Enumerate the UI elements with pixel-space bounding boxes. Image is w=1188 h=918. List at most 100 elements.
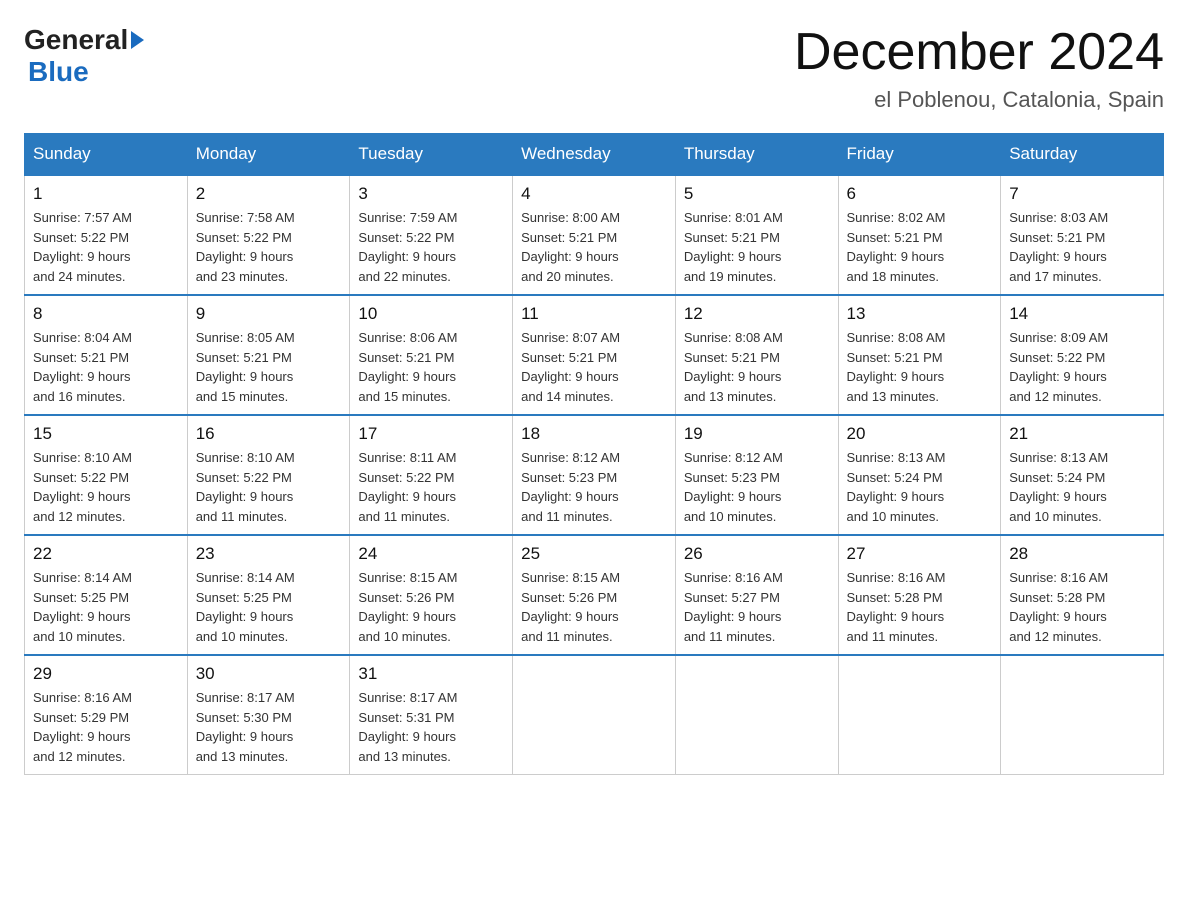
calendar-cell: 24 Sunrise: 8:15 AMSunset: 5:26 PMDayligh…: [350, 535, 513, 655]
day-info: Sunrise: 8:10 AMSunset: 5:22 PMDaylight:…: [33, 448, 179, 526]
day-number: 16: [196, 424, 342, 444]
day-info: Sunrise: 8:13 AMSunset: 5:24 PMDaylight:…: [1009, 448, 1155, 526]
calendar-body: 1 Sunrise: 7:57 AMSunset: 5:22 PMDaylight…: [25, 175, 1164, 775]
header-sunday: Sunday: [25, 134, 188, 176]
logo-arrow-icon: [131, 31, 144, 49]
calendar-cell: 18 Sunrise: 8:12 AMSunset: 5:23 PMDayligh…: [513, 415, 676, 535]
day-info: Sunrise: 8:03 AMSunset: 5:21 PMDaylight:…: [1009, 208, 1155, 286]
day-number: 11: [521, 304, 667, 324]
day-number: 8: [33, 304, 179, 324]
day-info: Sunrise: 8:04 AMSunset: 5:21 PMDaylight:…: [33, 328, 179, 406]
calendar-cell: 20 Sunrise: 8:13 AMSunset: 5:24 PMDayligh…: [838, 415, 1001, 535]
logo-general: General: [24, 24, 128, 56]
day-info: Sunrise: 8:16 AMSunset: 5:28 PMDaylight:…: [1009, 568, 1155, 646]
day-number: 17: [358, 424, 504, 444]
day-number: 13: [847, 304, 993, 324]
header-friday: Friday: [838, 134, 1001, 176]
day-info: Sunrise: 8:14 AMSunset: 5:25 PMDaylight:…: [196, 568, 342, 646]
day-info: Sunrise: 8:01 AMSunset: 5:21 PMDaylight:…: [684, 208, 830, 286]
day-number: 21: [1009, 424, 1155, 444]
header-wednesday: Wednesday: [513, 134, 676, 176]
day-info: Sunrise: 8:08 AMSunset: 5:21 PMDaylight:…: [684, 328, 830, 406]
day-number: 19: [684, 424, 830, 444]
calendar-cell: 10 Sunrise: 8:06 AMSunset: 5:21 PMDayligh…: [350, 295, 513, 415]
calendar-cell: 12Sunrise: 8:08 AMSunset: 5:21 PMDayligh…: [675, 295, 838, 415]
day-number: 22: [33, 544, 179, 564]
day-info: Sunrise: 8:02 AMSunset: 5:21 PMDaylight:…: [847, 208, 993, 286]
calendar-cell: 17 Sunrise: 8:11 AMSunset: 5:22 PMDayligh…: [350, 415, 513, 535]
header-tuesday: Tuesday: [350, 134, 513, 176]
day-number: 30: [196, 664, 342, 684]
calendar-cell: [513, 655, 676, 775]
day-number: 31: [358, 664, 504, 684]
day-info: Sunrise: 8:00 AMSunset: 5:21 PMDaylight:…: [521, 208, 667, 286]
day-number: 24: [358, 544, 504, 564]
day-info: Sunrise: 8:14 AMSunset: 5:25 PMDaylight:…: [33, 568, 179, 646]
day-number: 5: [684, 184, 830, 204]
day-info: Sunrise: 8:08 AMSunset: 5:21 PMDaylight:…: [847, 328, 993, 406]
calendar-cell: 1 Sunrise: 7:57 AMSunset: 5:22 PMDaylight…: [25, 175, 188, 295]
day-number: 29: [33, 664, 179, 684]
calendar-cell: 31 Sunrise: 8:17 AMSunset: 5:31 PMDayligh…: [350, 655, 513, 775]
day-number: 28: [1009, 544, 1155, 564]
calendar-header: Sunday Monday Tuesday Wednesday Thursday…: [25, 134, 1164, 176]
day-number: 25: [521, 544, 667, 564]
calendar-cell: 15Sunrise: 8:10 AMSunset: 5:22 PMDayligh…: [25, 415, 188, 535]
day-number: 3: [358, 184, 504, 204]
calendar-cell: 30 Sunrise: 8:17 AMSunset: 5:30 PMDayligh…: [187, 655, 350, 775]
calendar-cell: 25 Sunrise: 8:15 AMSunset: 5:26 PMDayligh…: [513, 535, 676, 655]
header: General Blue December 2024 el Poblenou, …: [24, 24, 1164, 113]
day-number: 9: [196, 304, 342, 324]
day-info: Sunrise: 8:12 AMSunset: 5:23 PMDaylight:…: [684, 448, 830, 526]
calendar-table: Sunday Monday Tuesday Wednesday Thursday…: [24, 133, 1164, 775]
header-thursday: Thursday: [675, 134, 838, 176]
calendar-cell: 19 Sunrise: 8:12 AMSunset: 5:23 PMDayligh…: [675, 415, 838, 535]
calendar-cell: 16 Sunrise: 8:10 AMSunset: 5:22 PMDayligh…: [187, 415, 350, 535]
day-number: 4: [521, 184, 667, 204]
day-info: Sunrise: 8:15 AMSunset: 5:26 PMDaylight:…: [521, 568, 667, 646]
calendar-cell: 14Sunrise: 8:09 AMSunset: 5:22 PMDayligh…: [1001, 295, 1164, 415]
day-info: Sunrise: 8:16 AMSunset: 5:29 PMDaylight:…: [33, 688, 179, 766]
day-info: Sunrise: 7:58 AMSunset: 5:22 PMDaylight:…: [196, 208, 342, 286]
day-info: Sunrise: 8:15 AMSunset: 5:26 PMDaylight:…: [358, 568, 504, 646]
day-number: 10: [358, 304, 504, 324]
day-info: Sunrise: 8:06 AMSunset: 5:21 PMDaylight:…: [358, 328, 504, 406]
calendar-title: December 2024: [794, 24, 1164, 81]
day-info: Sunrise: 8:17 AMSunset: 5:30 PMDaylight:…: [196, 688, 342, 766]
day-number: 1: [33, 184, 179, 204]
day-info: Sunrise: 8:16 AMSunset: 5:28 PMDaylight:…: [847, 568, 993, 646]
calendar-subtitle: el Poblenou, Catalonia, Spain: [794, 87, 1164, 113]
calendar-cell: 13 Sunrise: 8:08 AMSunset: 5:21 PMDayligh…: [838, 295, 1001, 415]
calendar-cell: 22 Sunrise: 8:14 AMSunset: 5:25 PMDayligh…: [25, 535, 188, 655]
day-info: Sunrise: 8:13 AMSunset: 5:24 PMDaylight:…: [847, 448, 993, 526]
day-info: Sunrise: 7:59 AMSunset: 5:22 PMDaylight:…: [358, 208, 504, 286]
calendar-week-3: 15Sunrise: 8:10 AMSunset: 5:22 PMDayligh…: [25, 415, 1164, 535]
calendar-cell: 9Sunrise: 8:05 AMSunset: 5:21 PMDaylight…: [187, 295, 350, 415]
day-number: 7: [1009, 184, 1155, 204]
day-number: 20: [847, 424, 993, 444]
calendar-cell: 11Sunrise: 8:07 AMSunset: 5:21 PMDayligh…: [513, 295, 676, 415]
calendar-week-1: 1 Sunrise: 7:57 AMSunset: 5:22 PMDaylight…: [25, 175, 1164, 295]
calendar-cell: [675, 655, 838, 775]
day-info: Sunrise: 8:10 AMSunset: 5:22 PMDaylight:…: [196, 448, 342, 526]
day-info: Sunrise: 8:12 AMSunset: 5:23 PMDaylight:…: [521, 448, 667, 526]
day-info: Sunrise: 7:57 AMSunset: 5:22 PMDaylight:…: [33, 208, 179, 286]
calendar-cell: 27Sunrise: 8:16 AMSunset: 5:28 PMDayligh…: [838, 535, 1001, 655]
day-number: 14: [1009, 304, 1155, 324]
day-number: 18: [521, 424, 667, 444]
calendar-cell: [838, 655, 1001, 775]
day-number: 26: [684, 544, 830, 564]
day-info: Sunrise: 8:17 AMSunset: 5:31 PMDaylight:…: [358, 688, 504, 766]
header-saturday: Saturday: [1001, 134, 1164, 176]
title-area: December 2024 el Poblenou, Catalonia, Sp…: [794, 24, 1164, 113]
calendar-cell: 6Sunrise: 8:02 AMSunset: 5:21 PMDaylight…: [838, 175, 1001, 295]
calendar-cell: 7 Sunrise: 8:03 AMSunset: 5:21 PMDaylight…: [1001, 175, 1164, 295]
calendar-week-5: 29 Sunrise: 8:16 AMSunset: 5:29 PMDayligh…: [25, 655, 1164, 775]
calendar-cell: 2Sunrise: 7:58 AMSunset: 5:22 PMDaylight…: [187, 175, 350, 295]
day-info: Sunrise: 8:11 AMSunset: 5:22 PMDaylight:…: [358, 448, 504, 526]
day-info: Sunrise: 8:16 AMSunset: 5:27 PMDaylight:…: [684, 568, 830, 646]
calendar-cell: 21 Sunrise: 8:13 AMSunset: 5:24 PMDayligh…: [1001, 415, 1164, 535]
logo-blue: Blue: [28, 56, 147, 88]
calendar-cell: 26 Sunrise: 8:16 AMSunset: 5:27 PMDayligh…: [675, 535, 838, 655]
header-monday: Monday: [187, 134, 350, 176]
